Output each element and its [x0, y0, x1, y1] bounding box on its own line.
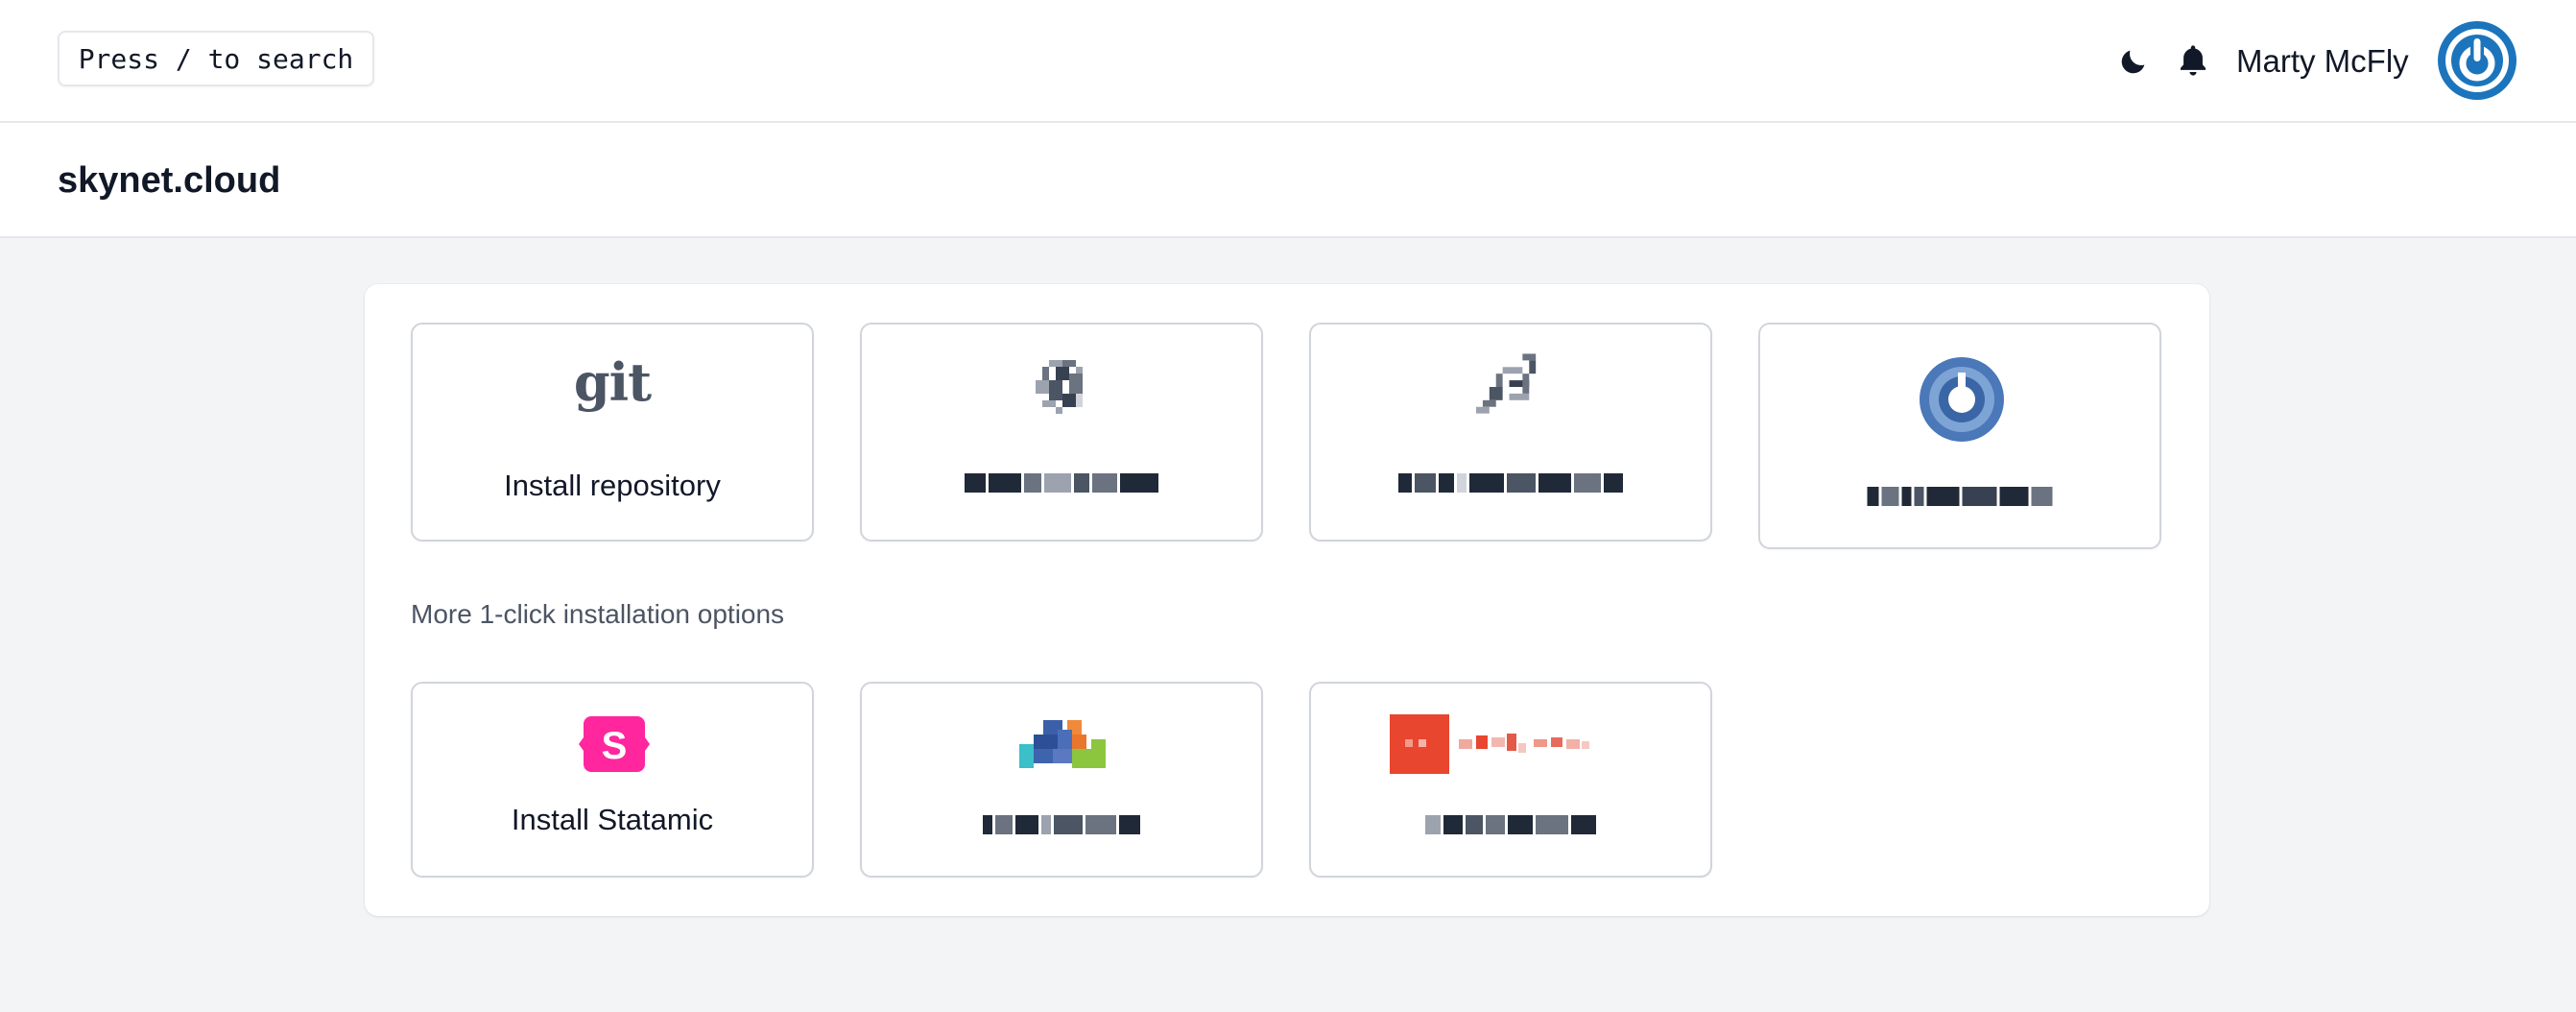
- install-repository-card[interactable]: git Install repository: [411, 323, 814, 542]
- pixelated-logo-icon: [1019, 720, 1106, 768]
- card-label: [983, 814, 1140, 835]
- pixelated-brand-icon: [1390, 714, 1589, 774]
- card-label: [965, 472, 1158, 494]
- page-header: skynet.cloud: [0, 123, 2576, 238]
- moon-icon[interactable]: [2117, 45, 2150, 78]
- install-option-card[interactable]: [1309, 323, 1712, 542]
- top-bar: Press / to search Marty McFly: [0, 0, 2576, 123]
- avatar[interactable]: [2438, 21, 2516, 100]
- bell-icon[interactable]: [2177, 42, 2209, 79]
- install-option-card[interactable]: [860, 682, 1263, 878]
- page-title: skynet.cloud: [58, 160, 281, 201]
- install-option-card[interactable]: [1758, 323, 2161, 549]
- user-menu-name[interactable]: Marty McFly: [2236, 40, 2409, 83]
- install-option-card[interactable]: [860, 323, 1263, 542]
- svg-text:S: S: [602, 725, 628, 767]
- search-input[interactable]: Press / to search: [58, 31, 374, 86]
- pixelated-gear-icon: [1920, 357, 2004, 442]
- card-label: Install Statamic: [511, 803, 714, 836]
- install-option-card[interactable]: [1309, 682, 1712, 878]
- pixelated-icon: [1036, 360, 1083, 414]
- git-icon: git: [573, 351, 652, 413]
- card-label: [1867, 486, 2053, 507]
- card-label: Install repository: [504, 469, 721, 502]
- pixelated-icon: [1476, 353, 1537, 414]
- card-label: [1398, 472, 1623, 494]
- more-options-label: More 1-click installation options: [411, 599, 785, 629]
- card-label: [1425, 814, 1596, 835]
- install-statamic-card[interactable]: S Install Statamic: [411, 682, 814, 878]
- statamic-icon: S: [579, 716, 650, 772]
